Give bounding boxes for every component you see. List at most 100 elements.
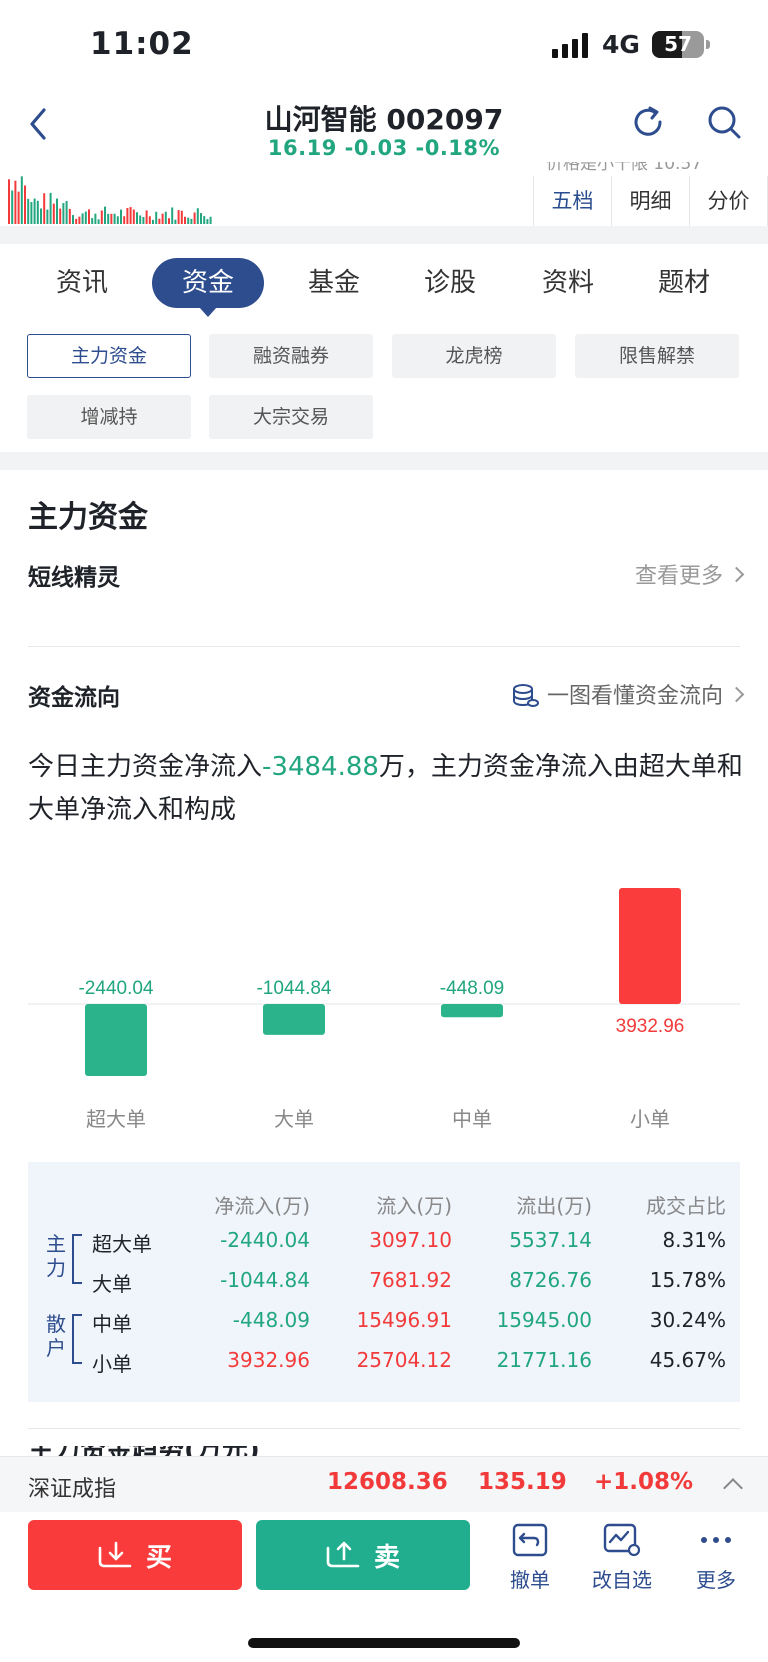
network-label: 4G (602, 30, 640, 59)
subtab-dragon-tiger[interactable]: 龙虎榜 (392, 334, 556, 378)
volume-bar (136, 212, 138, 224)
cell-inflow: 3097.10 (369, 1228, 452, 1252)
volume-bar (193, 212, 196, 224)
cell-inflow: 15496.91 (356, 1308, 452, 1332)
volume-bar (132, 209, 135, 224)
cell-ratio: 15.78% (649, 1268, 726, 1292)
volume-bar (180, 210, 183, 224)
volume-bar (20, 176, 23, 224)
tab-theme[interactable]: 题材 (654, 258, 714, 308)
volume-bar (177, 210, 180, 224)
cell-net: -448.09 (232, 1308, 310, 1332)
subtab-block-trade[interactable]: 大宗交易 (209, 395, 373, 439)
flow-guide-label: 一图看懂资金流向 (546, 684, 723, 709)
index-change-pct: +1.08% (594, 1469, 694, 1495)
index-ticker-bar[interactable]: 深证成指 12608.36 135.19 +1.08% (0, 1456, 768, 1512)
volume-bar (190, 218, 193, 224)
bar-中单 (441, 1004, 503, 1018)
tab-diagnosis[interactable]: 诊股 (420, 258, 480, 308)
volume-bar (123, 216, 126, 224)
section-gap (0, 226, 768, 244)
tab-five-levels[interactable]: 五档 (534, 176, 612, 226)
cell-net: -2440.04 (220, 1228, 310, 1252)
volume-bar (196, 208, 199, 224)
volume-bar (168, 218, 170, 224)
buy-button[interactable]: 买 (28, 1520, 242, 1590)
short-line-title: 短线精灵 (28, 565, 120, 591)
tab-detail[interactable]: 明细 (612, 176, 690, 226)
main-tabs: 资讯 资金 基金 诊股 资料 题材 (0, 258, 768, 317)
volume-bar (56, 198, 58, 224)
cell-outflow: 8726.76 (509, 1268, 592, 1292)
tab-funds[interactable]: 资金 (152, 258, 264, 317)
more-label: 更多 (696, 1568, 736, 1592)
chevron-right-icon (728, 686, 745, 703)
volume-bar (155, 211, 158, 224)
cell-ratio: 45.67% (649, 1348, 726, 1372)
sell-button[interactable]: 卖 (256, 1520, 470, 1590)
volume-bar (116, 216, 119, 224)
volume-bar (161, 213, 164, 224)
divider (28, 1428, 740, 1429)
category-label: 中单 (452, 1107, 492, 1131)
cancel-order-button[interactable]: 撤单 (490, 1520, 570, 1593)
summary-prefix: 今日主力资金净流入 (28, 752, 263, 782)
cell-inflow: 7681.92 (369, 1268, 452, 1292)
cell-ratio: 8.31% (662, 1228, 726, 1252)
volume-bar (14, 180, 17, 224)
tab-price-split[interactable]: 分价 (690, 176, 768, 226)
volume-bar (206, 219, 209, 224)
subtab-main-funds[interactable]: 主力资金 (27, 334, 191, 378)
bar-大单 (263, 1004, 325, 1035)
subtab-unlock[interactable]: 限售解禁 (575, 334, 739, 378)
volume-bar (126, 207, 129, 224)
tab-news[interactable]: 资讯 (52, 258, 112, 308)
home-indicator (248, 1638, 520, 1648)
buy-label: 买 (145, 1542, 172, 1573)
tab-fund[interactable]: 基金 (304, 258, 364, 308)
volume-bar (203, 216, 206, 224)
volume-bar (113, 213, 116, 224)
row-label: 超大单 (92, 1232, 152, 1256)
volume-bar (33, 198, 36, 224)
volume-bar (24, 185, 26, 224)
cell-net: -1044.84 (220, 1268, 310, 1292)
more-button[interactable]: 更多 (676, 1520, 756, 1593)
summary-value: -3484.88 (262, 752, 379, 782)
volume-bar (72, 215, 74, 224)
edit-watchlist-icon (603, 1523, 641, 1557)
volume-bar (91, 218, 94, 224)
expand-up-icon[interactable] (723, 1478, 743, 1498)
volume-bar (46, 209, 49, 224)
status-time: 11:02 (90, 26, 194, 62)
flow-summary: 今日主力资金净流入-3484.88万，主力资金净流入由超大单和大单净流入和构成 (28, 746, 743, 832)
index-value: 12608.36 (327, 1469, 448, 1495)
bar-小单 (619, 888, 681, 1004)
search-icon[interactable] (704, 102, 744, 142)
header-net-inflow: 净流入(万) (214, 1194, 310, 1218)
subtab-holdings-change[interactable]: 增减持 (27, 395, 191, 439)
flow-guide-link[interactable]: 一图看懂资金流向 (511, 678, 745, 710)
bar-value-label: -1044.84 (256, 978, 331, 999)
index-change: 135.19 (478, 1469, 567, 1495)
volume-bar (40, 208, 42, 224)
bar-超大单 (85, 1004, 147, 1076)
group-bracket (72, 1234, 82, 1284)
app-root: { "status": { "time": "11:02", "network"… (0, 0, 768, 1662)
volume-bar (107, 213, 110, 224)
chevron-right-icon (728, 566, 745, 583)
battery-icon: 57 (652, 31, 704, 58)
volume-bar (65, 201, 68, 224)
tab-profile[interactable]: 资料 (538, 258, 598, 308)
edit-watchlist-button[interactable]: 改自选 (582, 1520, 662, 1593)
view-more-link[interactable]: 查看更多 (635, 558, 745, 590)
cell-outflow: 5537.14 (509, 1228, 592, 1252)
category-label: 小单 (630, 1107, 670, 1131)
category-label: 超大单 (86, 1107, 146, 1131)
volume-bar (43, 193, 46, 224)
cell-net: 3932.96 (227, 1348, 310, 1372)
signal-icon (552, 32, 590, 58)
subtab-margin[interactable]: 融资融券 (209, 334, 373, 378)
refresh-icon[interactable] (628, 102, 668, 142)
volume-bar (59, 208, 62, 224)
